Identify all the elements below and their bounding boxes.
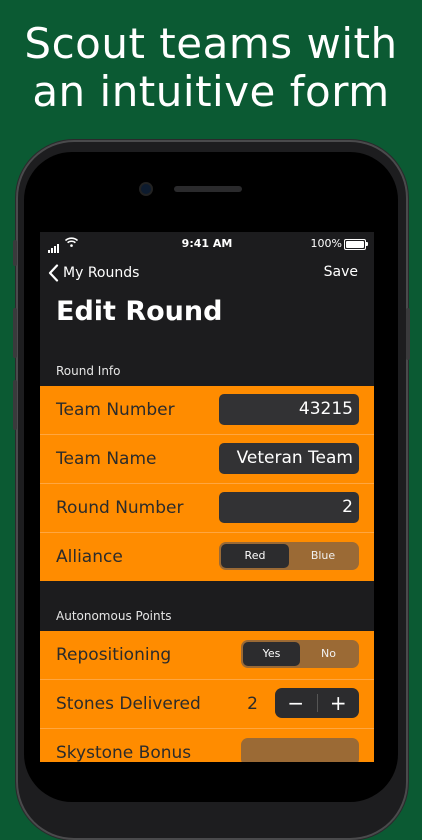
skystone-bonus-label: Skystone Bonus <box>56 743 192 762</box>
team-number-label: Team Number <box>56 400 175 420</box>
section-header-round-info: Round Info <box>56 364 121 378</box>
stones-delivered-row: Stones Delivered 2 − + <box>40 680 374 729</box>
navigation-bar: My Rounds Save <box>40 262 374 286</box>
repositioning-segmented-control: Yes No <box>241 640 359 668</box>
save-button[interactable]: Save <box>324 264 358 280</box>
stones-delivered-label: Stones Delivered <box>56 694 201 714</box>
section-header-autonomous: Autonomous Points <box>56 609 172 623</box>
stones-delivered-stepper: − + <box>275 688 359 718</box>
status-bar: 9:41 AM 100% <box>40 232 374 256</box>
alliance-option-red[interactable]: Red <box>221 544 289 568</box>
chevron-left-icon <box>48 264 59 282</box>
phone-volume-up <box>13 308 17 358</box>
alliance-segmented-control: Red Blue <box>219 542 359 570</box>
battery-percentage: 100% <box>310 237 342 250</box>
increment-button[interactable]: + <box>318 688 360 718</box>
autonomous-group: Repositioning Yes No Stones Delivered 2 … <box>40 631 374 762</box>
speaker-grille <box>174 186 242 192</box>
camera-icon <box>141 184 151 194</box>
page-title: Edit Round <box>56 296 223 327</box>
alliance-row: Alliance Red Blue <box>40 533 374 581</box>
decrement-button[interactable]: − <box>275 688 317 718</box>
phone-mute-switch <box>13 240 17 266</box>
round-number-label: Round Number <box>56 498 184 518</box>
headline-line-2: an intuitive form <box>32 67 390 116</box>
battery-icon <box>344 239 368 250</box>
round-number-field[interactable]: 2 <box>219 492 359 523</box>
alliance-label: Alliance <box>56 547 123 567</box>
phone-power-button <box>406 308 410 360</box>
repositioning-option-yes[interactable]: Yes <box>243 642 300 666</box>
headline: Scout teams with an intuitive form <box>0 20 422 116</box>
round-info-group: Team Number 43215 Team Name Veteran Team… <box>40 386 374 581</box>
team-number-field[interactable]: 43215 <box>219 394 359 425</box>
skystone-bonus-segmented-control[interactable] <box>241 738 359 762</box>
repositioning-label: Repositioning <box>56 645 172 665</box>
repositioning-row: Repositioning Yes No <box>40 631 374 680</box>
skystone-bonus-row: Skystone Bonus <box>40 729 374 762</box>
team-number-row: Team Number 43215 <box>40 386 374 435</box>
alliance-option-blue[interactable]: Blue <box>289 544 357 568</box>
phone-screen: 9:41 AM 100% My Rounds Save Edit Round R… <box>40 232 374 762</box>
back-button-label: My Rounds <box>63 265 140 281</box>
stones-delivered-value: 2 <box>247 694 258 714</box>
team-name-row: Team Name Veteran Team <box>40 435 374 484</box>
round-number-row: Round Number 2 <box>40 484 374 533</box>
phone-volume-down <box>13 380 17 430</box>
repositioning-option-no[interactable]: No <box>300 642 357 666</box>
headline-line-1: Scout teams with <box>24 19 398 68</box>
team-name-label: Team Name <box>56 449 157 469</box>
team-name-field[interactable]: Veteran Team <box>219 443 359 474</box>
back-button[interactable]: My Rounds <box>48 264 139 282</box>
